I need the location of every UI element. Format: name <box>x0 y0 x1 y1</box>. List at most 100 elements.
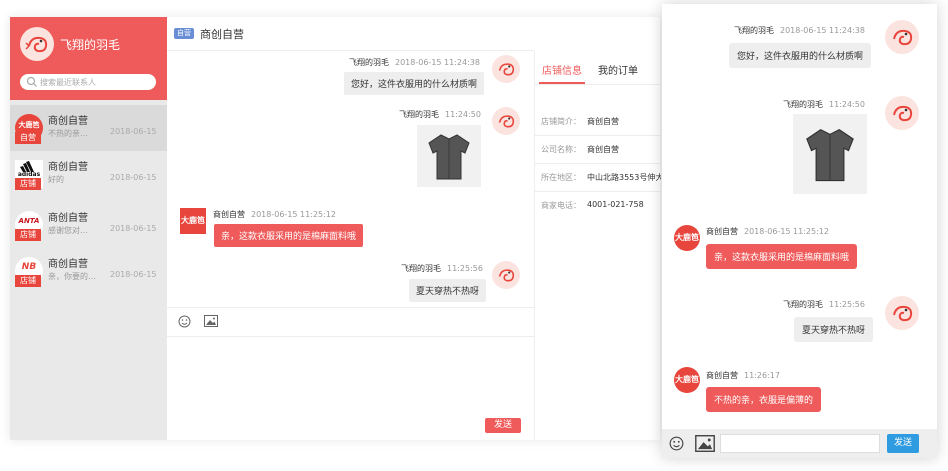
shrimp-icon <box>498 269 515 282</box>
message-bubble: 亲，这款衣服采用的是棉麻面料哦 <box>706 244 858 269</box>
contact-date: 2018-06-15 <box>110 270 157 279</box>
message-sender: 商创自营 <box>706 227 738 236</box>
info-tabs: 店铺信息 我的订单 <box>535 51 661 85</box>
info-label: 店铺简介： <box>541 117 581 126</box>
contact-badge: 店铺 <box>15 178 41 190</box>
contact-name: 商创自营 <box>48 213 88 224</box>
info-value: 商创自营 <box>587 117 619 126</box>
message-sender: 飞翔的羽毛 <box>349 58 389 67</box>
shrimp-icon <box>25 36 48 53</box>
message-time: 11:24:50 <box>445 110 481 119</box>
message-meta: 商创自营 2018-06-15 11:25:12 <box>706 226 829 237</box>
info-value: 4001-021-758 <box>587 200 644 209</box>
contact-date: 2018-06-15 <box>110 173 157 182</box>
contact-name: 商创自营 <box>48 162 88 173</box>
contact-item[interactable]: adidas 店铺 商创自营 好的 2018-06-15 <box>10 151 167 197</box>
shrimp-icon <box>498 115 515 128</box>
contact-name: 商创自营 <box>48 116 88 127</box>
shrimp-icon <box>893 305 913 322</box>
contact-badge: 店铺 <box>15 275 41 287</box>
image-upload-icon[interactable] <box>695 435 715 452</box>
message-input-area[interactable]: 发送 <box>167 337 534 440</box>
contact-sidebar: 飞翔的羽毛 大鹿笆 自营 商创自营 不热的亲... 2018-06-15 <box>10 17 167 440</box>
store-avatar: 大鹿笆 <box>674 225 700 251</box>
message-time: 2018-06-15 11:24:38 <box>780 26 865 35</box>
shirt-icon <box>428 134 470 180</box>
contact-preview: 亲，你要的... <box>48 272 96 281</box>
mobile-message-input[interactable] <box>720 434 880 453</box>
shrimp-icon <box>893 29 913 46</box>
contact-search[interactable] <box>20 74 156 90</box>
active-tab-indicator <box>539 82 585 84</box>
message-time: 2018-06-15 11:25:12 <box>744 227 829 236</box>
store-info-panel: 店铺信息 我的订单 店铺简介： 商创自营 公司名称： 商创自营 所在地区： 中山… <box>534 51 661 440</box>
shrimp-icon <box>893 105 913 122</box>
message-time: 11:25:56 <box>447 264 483 273</box>
message-sender: 商创自营 <box>213 210 245 219</box>
user-avatar <box>492 55 520 83</box>
mobile-send-button[interactable]: 发送 <box>887 434 919 453</box>
desktop-chat-window: 飞翔的羽毛 大鹿笆 自营 商创自营 不热的亲... 2018-06-15 <box>10 17 661 440</box>
send-button[interactable]: 发送 <box>485 418 521 433</box>
message-meta: 飞翔的羽毛 11:24:50 <box>399 109 481 120</box>
user-avatar[interactable] <box>20 27 54 61</box>
info-label: 商家电话： <box>541 201 581 210</box>
message-sender: 飞翔的羽毛 <box>401 264 441 273</box>
tab-store-info[interactable]: 店铺信息 <box>542 62 582 77</box>
contact-date: 2018-06-15 <box>110 224 157 233</box>
shirt-icon <box>806 129 854 182</box>
shirt-image[interactable] <box>793 114 867 194</box>
mobile-input-bar: 发送 <box>662 429 937 458</box>
message-bubble: 您好，这件衣服用的什么材质啊 <box>729 43 872 68</box>
info-label: 公司名称： <box>541 145 581 154</box>
info-row: 商家电话： 4001-021-758 <box>535 191 661 219</box>
contact-item[interactable]: ANTA 店铺 商创自营 感谢您对... 2018-06-15 <box>10 202 167 248</box>
contact-preview: 感谢您对... <box>48 226 88 235</box>
message-time: 11:26:17 <box>744 371 780 380</box>
contact-preview: 好的 <box>48 175 64 184</box>
message-meta: 飞翔的羽毛 2018-06-15 11:24:38 <box>349 57 480 68</box>
contact-date: 2018-06-15 <box>110 127 157 136</box>
message-time: 11:24:50 <box>829 100 865 109</box>
contact-item[interactable]: 大鹿笆 自营 商创自营 不热的亲... 2018-06-15 <box>10 105 167 151</box>
store-avatar: 大鹿笆 <box>674 367 700 393</box>
message-sender: 飞翔的羽毛 <box>783 100 823 109</box>
user-avatar <box>492 107 520 135</box>
chat-messages[interactable]: 飞翔的羽毛 2018-06-15 11:24:38 您好，这件衣服用的什么材质啊 … <box>167 51 534 307</box>
shirt-image[interactable] <box>417 125 481 187</box>
info-value: 中山北路3553号伸大 <box>587 173 661 182</box>
tab-my-orders[interactable]: 我的订单 <box>598 62 638 77</box>
contact-badge: 店铺 <box>15 229 41 241</box>
info-row: 公司名称： 商创自营 <box>535 135 661 164</box>
message-sender: 飞翔的羽毛 <box>783 300 823 309</box>
info-row: 店铺简介： 商创自营 <box>535 107 661 136</box>
chat-header: 自营 商创自营 <box>167 17 534 51</box>
sidebar-header: 飞翔的羽毛 <box>10 17 167 100</box>
info-value: 商创自营 <box>587 145 619 154</box>
message-sender: 飞翔的羽毛 <box>734 26 774 35</box>
emoji-icon[interactable] <box>178 315 191 328</box>
message-meta: 飞翔的羽毛 11:25:56 <box>401 263 483 274</box>
message-bubble: 您好，这件衣服用的什么材质啊 <box>344 72 485 95</box>
contact-name: 商创自营 <box>48 259 88 270</box>
message-bubble: 不热的亲，衣服是偏薄的 <box>706 387 822 412</box>
search-input[interactable] <box>40 75 150 89</box>
message-meta: 商创自营 2018-06-15 11:25:12 <box>213 209 336 220</box>
message-time: 2018-06-15 11:25:12 <box>251 210 336 219</box>
message-meta: 飞翔的羽毛 11:25:56 <box>783 299 865 310</box>
contact-item[interactable]: NB 店铺 商创自营 亲，你要的... 2018-06-15 <box>10 248 167 294</box>
message-meta: 飞翔的羽毛 2018-06-15 11:24:38 <box>734 25 865 36</box>
mobile-chat-window: 飞翔的羽毛 2018-06-15 11:24:38 您好，这件衣服用的什么材质啊 … <box>662 4 937 458</box>
emoji-icon[interactable] <box>669 436 684 451</box>
contact-badge: 自营 <box>15 132 41 144</box>
chat-toolbar <box>167 307 534 337</box>
user-avatar <box>885 20 919 54</box>
user-avatar <box>885 96 919 130</box>
message-time: 11:25:56 <box>829 300 865 309</box>
image-upload-icon[interactable] <box>204 315 218 327</box>
message-meta: 商创自营 11:26:17 <box>706 370 780 381</box>
shrimp-icon <box>498 63 515 76</box>
info-row: 所在地区： 中山北路3553号伸大 <box>535 163 661 192</box>
user-avatar <box>492 261 520 289</box>
store-avatar: 大鹿笆 <box>180 208 206 234</box>
